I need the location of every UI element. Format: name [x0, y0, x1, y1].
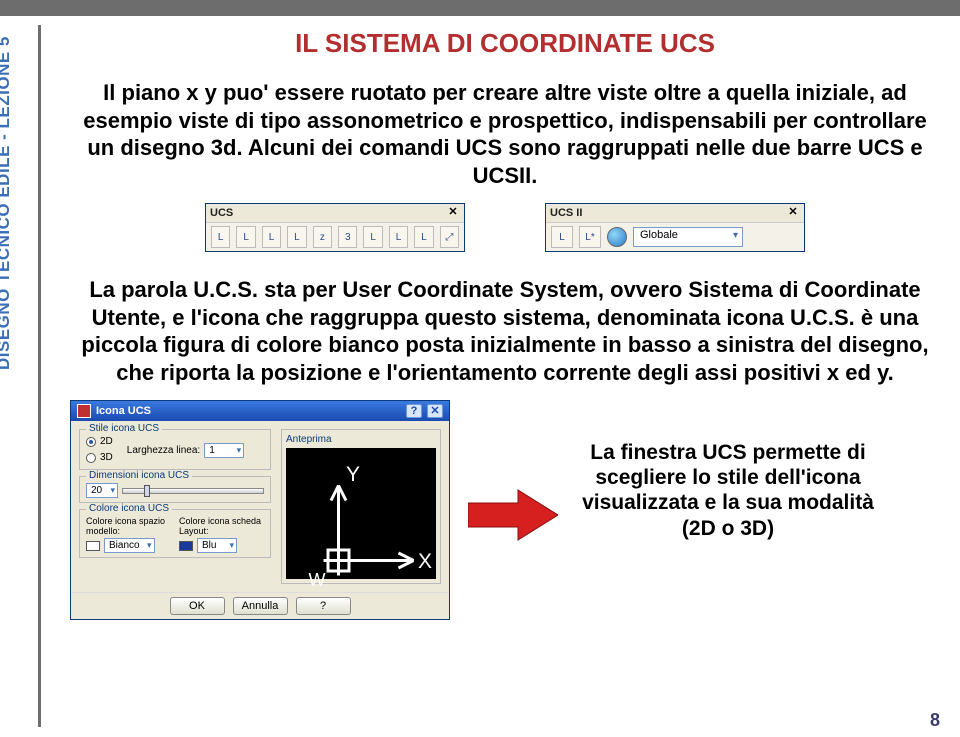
- preview-legend: Anteprima: [286, 434, 436, 445]
- style-fieldset: Stile icona UCS 2D 3D: [79, 429, 271, 470]
- line-width-row: Larghezza linea: 1: [127, 436, 244, 465]
- close-icon[interactable]: ✕: [427, 404, 443, 418]
- svg-text:W: W: [309, 570, 326, 590]
- slide-content: IL SISTEMA DI COORDINATE UCS Il piano x …: [70, 28, 940, 620]
- globe-icon: [607, 227, 627, 247]
- ucs-tool-icon[interactable]: L: [287, 226, 306, 248]
- ucs-tool-icon[interactable]: 3: [338, 226, 357, 248]
- paragraph-definition: La parola U.C.S. sta per User Coordinate…: [80, 276, 930, 386]
- svg-text:X: X: [418, 550, 432, 573]
- color-legend: Colore icona UCS: [86, 503, 172, 514]
- ucs-tool-icon[interactable]: L: [211, 226, 230, 248]
- sidebar-divider: [38, 25, 41, 727]
- layout-color-label: Colore icona scheda Layout:: [179, 516, 264, 536]
- ucs-tool-icon[interactable]: L: [414, 226, 433, 248]
- page-number: 8: [930, 710, 940, 731]
- help-button[interactable]: ?: [296, 597, 351, 615]
- ucs-toolbar: UCS ✕ L L L L z 3 L L L ⤢: [205, 203, 465, 252]
- size-slider[interactable]: [122, 488, 264, 494]
- sidebar-course-label: DISEGNO TECNICO EDILE - LEZIONE 5: [0, 36, 14, 370]
- ucs-preview: Y X W: [286, 448, 436, 579]
- preview-panel: Anteprima Y X W: [281, 429, 441, 584]
- layout-color-value: Blu: [197, 538, 237, 553]
- ucs-named-dropdown[interactable]: Globale: [633, 227, 743, 247]
- dialog-titlebar: Icona UCS ? ✕: [71, 401, 449, 421]
- model-color-combo[interactable]: Bianco: [86, 538, 171, 553]
- ucs-axes-icon: Y X W: [286, 448, 436, 598]
- ucs-toolbar-header: UCS ✕: [206, 204, 464, 222]
- ucs-icon-dialog: Icona UCS ? ✕ Stile icona UCS 2D: [70, 400, 450, 620]
- radio-2d-label: 2D: [100, 436, 113, 447]
- ucs-tool-icon[interactable]: L*: [579, 226, 601, 248]
- radio-icon: [86, 437, 96, 447]
- ucs-tool-icon[interactable]: z: [313, 226, 332, 248]
- ucs-tool-icon[interactable]: L: [389, 226, 408, 248]
- toolbar-group: UCS ✕ L L L L z 3 L L L ⤢ UCS II ✕: [70, 203, 940, 252]
- ok-button[interactable]: OK: [170, 597, 225, 615]
- color-fieldset: Colore icona UCS Colore icona spazio mod…: [79, 509, 271, 558]
- model-color-value: Bianco: [104, 538, 155, 553]
- model-color-label: Colore icona spazio modello:: [86, 516, 171, 536]
- layout-color-combo[interactable]: Blu: [179, 538, 264, 553]
- radio-3d-label: 3D: [100, 452, 113, 463]
- close-icon[interactable]: ✕: [786, 206, 800, 220]
- top-accent-bar: [0, 0, 960, 16]
- dialog-title: Icona UCS: [96, 405, 151, 417]
- line-width-combo[interactable]: 1: [204, 443, 244, 458]
- ucs-tool-icon[interactable]: L: [363, 226, 382, 248]
- ucs-tool-icon[interactable]: ⤢: [440, 226, 459, 248]
- ucsii-toolbar-body: L L* Globale: [546, 222, 804, 251]
- page-title: IL SISTEMA DI COORDINATE UCS: [70, 28, 940, 59]
- ucsii-toolbar-header: UCS II ✕: [546, 204, 804, 222]
- ucs-toolbar-body: L L L L z 3 L L L ⤢: [206, 222, 464, 251]
- dialog-row: Icona UCS ? ✕ Stile icona UCS 2D: [70, 400, 940, 620]
- arrow-right-icon: [468, 485, 558, 545]
- dialog-body: Stile icona UCS 2D 3D: [71, 421, 449, 592]
- callout-text: La finestra UCS permette di scegliere lo…: [568, 440, 888, 541]
- radio-2d[interactable]: 2D: [86, 436, 113, 447]
- paragraph-intro: Il piano x y puo' essere ruotato per cre…: [80, 79, 930, 189]
- radio-3d[interactable]: 3D: [86, 452, 113, 463]
- cancel-button[interactable]: Annulla: [233, 597, 288, 615]
- style-legend: Stile icona UCS: [86, 423, 162, 434]
- color-swatch-icon: [179, 541, 193, 551]
- ucs-tool-icon[interactable]: L: [236, 226, 255, 248]
- color-swatch-icon: [86, 541, 100, 551]
- size-row: 20: [86, 483, 264, 498]
- ucsii-toolbar-title: UCS II: [550, 207, 582, 219]
- dialog-left-panel: Stile icona UCS 2D 3D: [79, 429, 271, 584]
- size-input[interactable]: 20: [86, 483, 118, 498]
- line-width-label: Larghezza linea:: [127, 445, 200, 456]
- ucs-tool-icon[interactable]: L: [551, 226, 573, 248]
- help-button[interactable]: ?: [406, 404, 422, 418]
- ucs-toolbar-title: UCS: [210, 207, 233, 219]
- autocad-icon: [77, 404, 91, 418]
- ucs-tool-icon[interactable]: L: [262, 226, 281, 248]
- svg-text:Y: Y: [346, 463, 360, 486]
- radio-icon: [86, 453, 96, 463]
- ucsii-toolbar: UCS II ✕ L L* Globale: [545, 203, 805, 252]
- size-legend: Dimensioni icona UCS: [86, 470, 192, 481]
- close-icon[interactable]: ✕: [446, 206, 460, 220]
- size-fieldset: Dimensioni icona UCS 20: [79, 476, 271, 503]
